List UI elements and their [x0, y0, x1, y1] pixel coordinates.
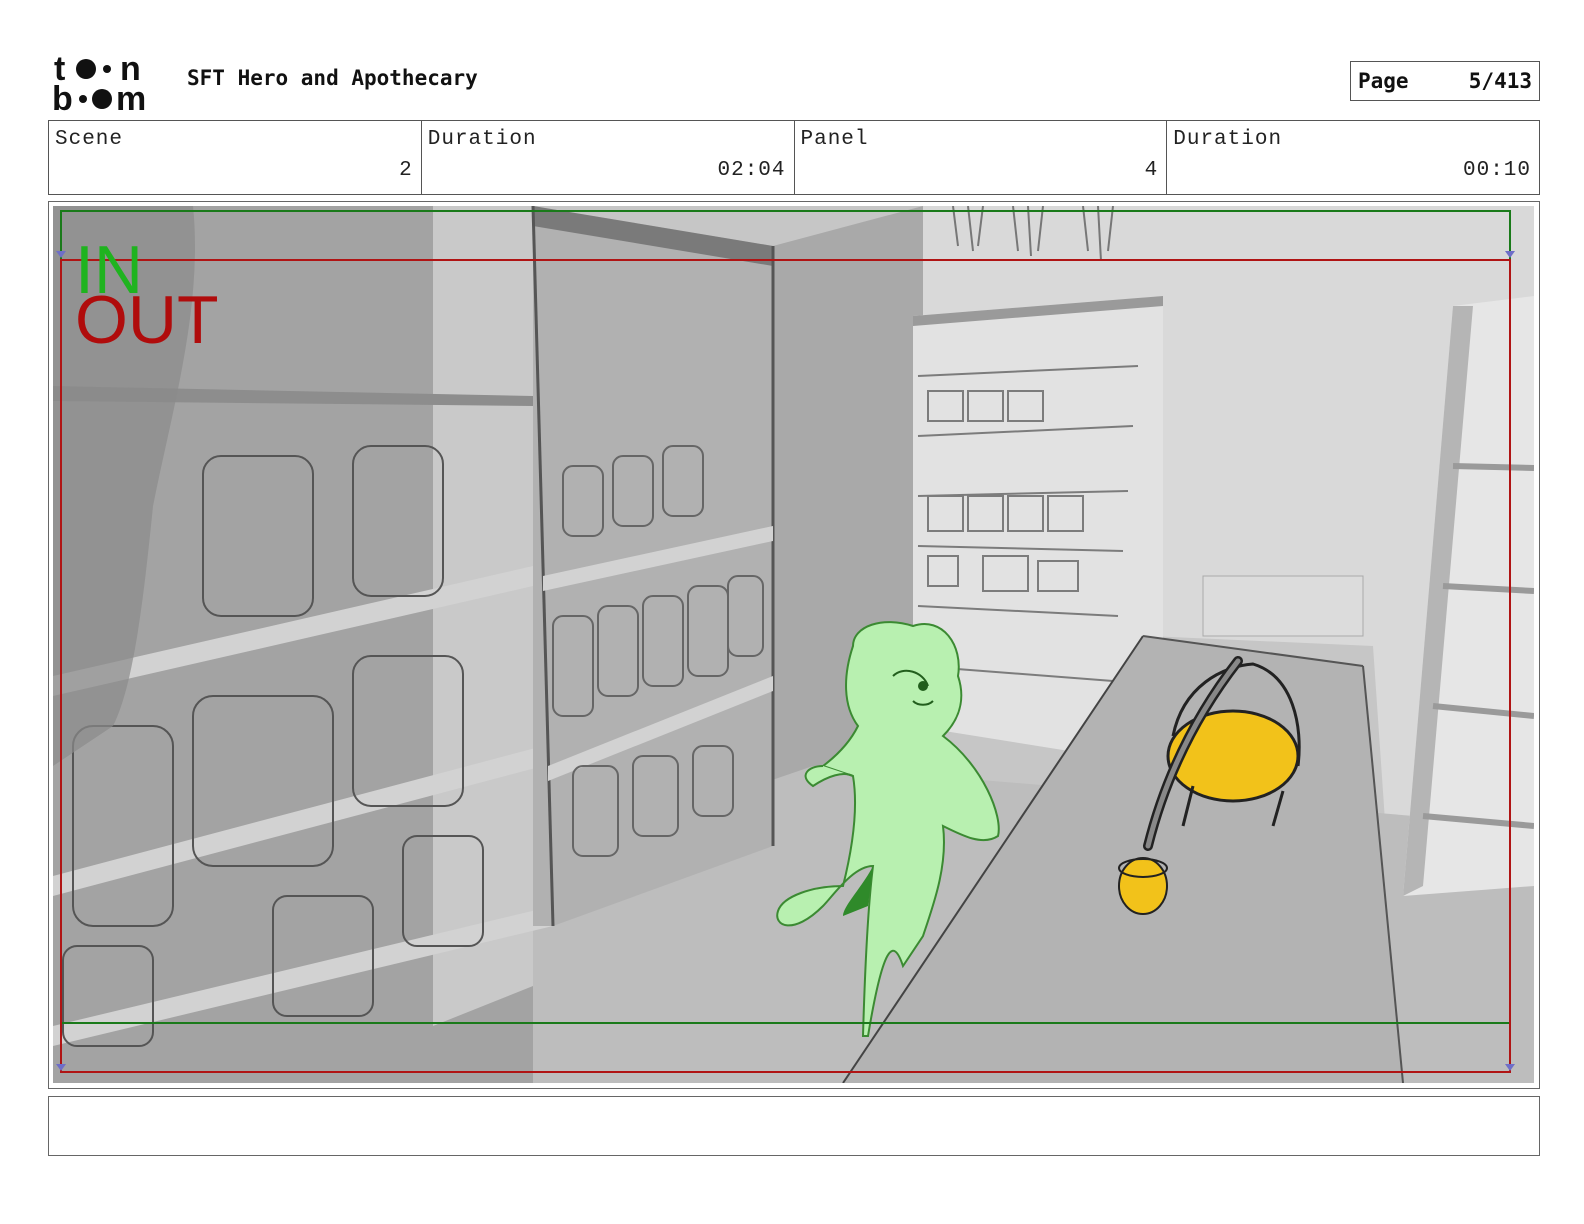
scene-duration-label: Duration	[427, 128, 537, 151]
panel-duration-label: Duration	[1173, 128, 1283, 151]
scene-cell: Scene 2	[49, 121, 422, 194]
panel-duration-value: 00:10	[1462, 159, 1531, 182]
page-label: Page	[1358, 69, 1409, 93]
panel-label: Panel	[800, 128, 869, 151]
panel-notes-box[interactable]	[48, 1096, 1540, 1156]
scene-label: Scene	[55, 128, 124, 151]
toon-boom-logo: t n b m	[52, 50, 164, 118]
middle-cabinet	[531, 206, 775, 927]
panel-cell: Panel 4	[795, 121, 1168, 194]
out-label: OUT	[75, 282, 219, 358]
svg-text:m: m	[116, 80, 146, 112]
panel-duration-cell: Duration 00:10	[1167, 121, 1539, 194]
scene-duration-cell: Duration 02:04	[422, 121, 795, 194]
page-indicator: Page 5/413	[1350, 61, 1540, 101]
storyboard-panel: IN OUT	[48, 201, 1540, 1089]
panel-info-table: Scene 2 Duration 02:04 Panel 4 Duration …	[48, 120, 1540, 195]
svg-text:b: b	[52, 80, 73, 112]
page-number: 5/413	[1468, 69, 1532, 93]
project-title: SFT Hero and Apothecary	[187, 66, 478, 90]
scene-value: 2	[399, 159, 413, 182]
panel-drawing: IN OUT	[53, 206, 1534, 1083]
scene-duration-value: 02:04	[717, 159, 786, 182]
panel-value: 4	[1144, 159, 1159, 182]
